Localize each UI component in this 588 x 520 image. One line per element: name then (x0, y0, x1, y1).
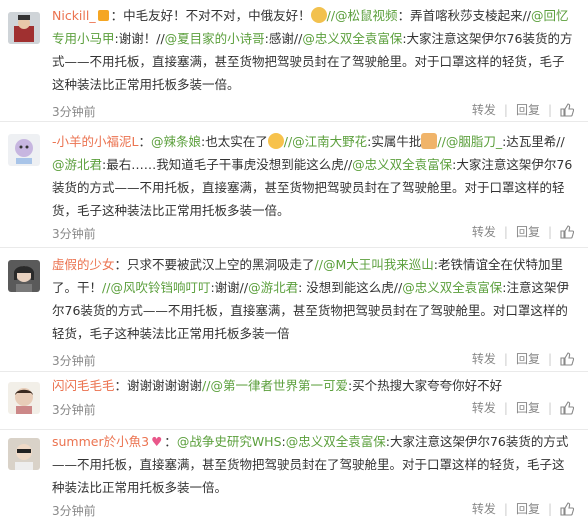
comment-time: 3分钟前 (52, 504, 96, 518)
like-icon[interactable] (560, 102, 575, 117)
user-nick[interactable]: -小羊的小福泥L (52, 134, 138, 149)
mention-link[interactable]: @游北君 (248, 280, 298, 295)
mention-link[interactable]: @忠义双全袁富保 (402, 280, 502, 295)
comment-text: summer於小魚3 ♥ ：@战争史研究WHS:@忠义双全袁富保:大家注意这架伊尔7… (52, 434, 569, 495)
forward-button[interactable]: 转发 (472, 101, 496, 118)
reply-button[interactable]: 回复 (516, 500, 540, 517)
comment-item: summer於小魚3 ♥ ：@战争史研究WHS:@忠义双全袁富保:大家注意这架伊尔7… (0, 430, 588, 520)
comment-actions: 转发 | 回复 | (472, 500, 575, 517)
comment-actions: 转发 | 回复 | (472, 101, 575, 118)
mention-link[interactable]: @忠义双全袁富保 (286, 434, 386, 449)
user-nick[interactable]: 虚假的少女 (52, 257, 115, 272)
badge-icon (97, 10, 109, 21)
comment-text: Nickill_ ：中毛友好！不对不对，中俄友好！//@松鼠视频：弄首喀秋莎支棱起… (52, 7, 573, 92)
comment-time: 3分钟前 (52, 105, 96, 119)
mention-link[interactable]: @游北君 (52, 157, 102, 172)
like-icon[interactable] (560, 501, 575, 516)
comment-time: 3分钟前 (52, 227, 96, 241)
comment-text: -小羊的小福泥L：@辣条娘:也太实在了//@江南大野花:实属牛批//@胭脂刀_:… (52, 133, 573, 218)
like-icon[interactable] (560, 351, 575, 366)
avatar[interactable] (8, 12, 40, 44)
avatar[interactable] (8, 134, 40, 166)
like-icon[interactable] (560, 400, 575, 415)
mention-link[interactable]: @忠义双全袁富保 (352, 157, 452, 172)
comment-item: 虚假的少女：只求不要被武汉上空的黑洞吸走了//@M大王叫我来巡山:老铁情谊全在伏… (0, 248, 588, 372)
user-nick[interactable]: summer於小魚3 (52, 434, 149, 449)
like-icon[interactable] (560, 224, 575, 239)
forward-button[interactable]: 转发 (472, 399, 496, 416)
comment-text: 虚假的少女：只求不要被武汉上空的黑洞吸走了//@M大王叫我来巡山:老铁情谊全在伏… (52, 257, 569, 341)
doge-emoji-icon (310, 7, 327, 23)
mention-link[interactable]: //@M大王叫我来巡山 (315, 257, 434, 272)
mention-link[interactable]: @战争史研究WHS (177, 434, 282, 449)
cry-emoji-icon (267, 133, 284, 149)
mention-link[interactable]: @忠义双全袁富保 (302, 31, 402, 46)
forward-button[interactable]: 转发 (472, 350, 496, 367)
mention-link[interactable]: //@第一律者世界第一可爱 (202, 378, 348, 393)
mention-link[interactable]: //@风吹铃铛响叮叮 (102, 280, 210, 295)
comment-time: 3分钟前 (52, 354, 96, 368)
mention-link[interactable]: @夏目家的小诗哥 (165, 31, 265, 46)
heart-emoji-icon: ♥ (151, 434, 163, 449)
reply-button[interactable]: 回复 (516, 101, 540, 118)
avatar[interactable] (8, 438, 40, 470)
user-nick[interactable]: Nickill_ (52, 8, 96, 23)
mention-link[interactable]: //@松鼠视频 (327, 8, 398, 23)
forward-button[interactable]: 转发 (472, 500, 496, 517)
comment-item: Nickill_ ：中毛友好！不对不对，中俄友好！//@松鼠视频：弄首喀秋莎支棱起… (0, 0, 588, 122)
reply-button[interactable]: 回复 (516, 350, 540, 367)
comment-actions: 转发 | 回复 | (472, 350, 575, 367)
comment-actions: 转发 | 回复 | (472, 399, 575, 416)
comment-item: 闪闪毛毛毛：谢谢谢谢谢谢//@第一律者世界第一可爱:买个热搜大家夸夸你好不好 3… (0, 372, 588, 430)
reply-button[interactable]: 回复 (516, 223, 540, 240)
forward-button[interactable]: 转发 (472, 223, 496, 240)
mention-link[interactable]: //@江南大野花 (284, 134, 367, 149)
avatar[interactable] (8, 260, 40, 292)
comment-time: 3分钟前 (52, 403, 96, 417)
mention-link[interactable]: @辣条娘 (151, 134, 201, 149)
comment-item: -小羊的小福泥L：@辣条娘:也太实在了//@江南大野花:实属牛批//@胭脂刀_:… (0, 122, 588, 248)
comment-text: 闪闪毛毛毛：谢谢谢谢谢谢//@第一律者世界第一可爱:买个热搜大家夸夸你好不好 (52, 378, 503, 393)
user-nick[interactable]: 闪闪毛毛毛 (52, 378, 115, 393)
thumbs-up-emoji-icon (421, 133, 438, 149)
avatar[interactable] (8, 382, 40, 414)
mention-link[interactable]: //@胭脂刀_ (437, 134, 502, 149)
comment-actions: 转发 | 回复 | (472, 223, 575, 240)
reply-button[interactable]: 回复 (516, 399, 540, 416)
